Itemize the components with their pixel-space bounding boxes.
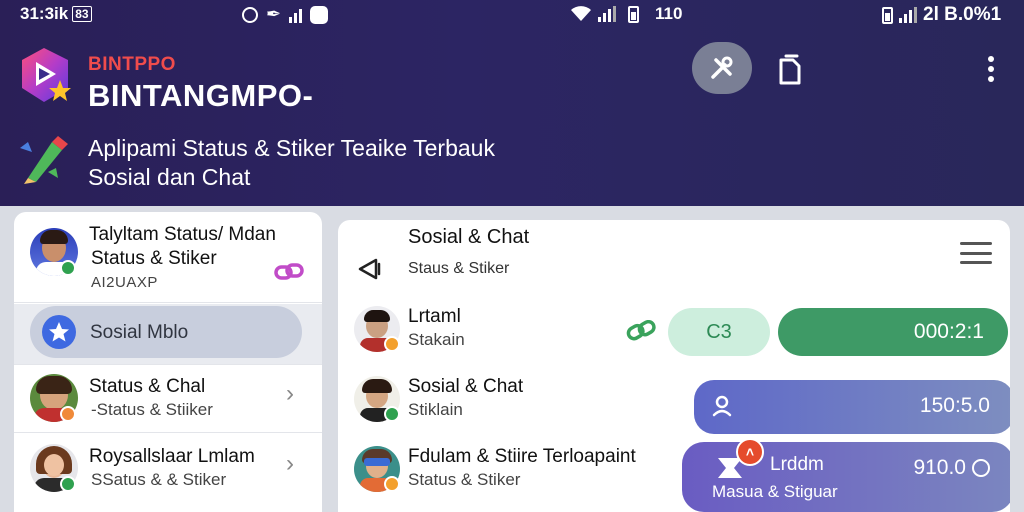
battery-saver-icon: [882, 6, 893, 24]
profile-subtitle: Status & Stiker: [91, 248, 217, 269]
chevron-right-icon: ›: [286, 450, 294, 477]
more-dot-icon: [988, 76, 994, 82]
tools-button[interactable]: [692, 42, 752, 94]
divider: [14, 432, 322, 433]
divider: [14, 302, 322, 303]
status-right-text: 2l B.0%1: [923, 4, 1002, 25]
status-badge: [384, 476, 400, 492]
sticker-card-label-top: Lrddm: [770, 454, 824, 475]
list-item-title: Roysallslaar Lmlam: [89, 446, 255, 467]
favorite-star-icon[interactable]: [42, 315, 76, 349]
brand-title: BINTANGMPO-: [88, 78, 314, 113]
more-dot-icon: [988, 56, 994, 62]
user-icon: [712, 395, 732, 417]
notification-badge-icon[interactable]: ˄: [736, 438, 764, 466]
cell-signal-2-icon: [899, 7, 917, 23]
more-options-button[interactable]: [978, 52, 1004, 86]
right-panel: Sosial & Chat Staus & Stiker Lrtaml Stak…: [338, 220, 1010, 512]
app-logo-icon: [22, 48, 71, 102]
status-badge: [384, 336, 400, 352]
sticker-card-value: 910.0: [913, 456, 990, 480]
battery-icon: [628, 5, 639, 23]
status-connectivity: 110: [570, 4, 682, 24]
chat-item[interactable]: Sosial & Chat Stiklain: [338, 376, 678, 442]
sticker-value-text: 910.0: [913, 456, 966, 479]
more-dot-icon: [988, 66, 994, 72]
signal-icon: [289, 7, 303, 23]
menu-line: [960, 251, 992, 255]
menu-line: [960, 261, 992, 264]
chat-subtitle: Stakain: [408, 330, 465, 349]
link-status-icon: ✒: [266, 4, 282, 24]
chat-title: Sosial & Chat: [408, 376, 524, 397]
brand-small-label: BINTPPO: [88, 54, 176, 75]
online-badge: [60, 476, 76, 492]
list-item[interactable]: Status & Chal -Status & Stiiker ›: [14, 372, 322, 440]
status-notification-icons: ✒: [242, 4, 329, 25]
link-icon[interactable]: [626, 320, 656, 342]
counter-pill[interactable]: C3: [668, 308, 770, 356]
app-tagline: Aplipami Status & Stiker Teaike Terbauk …: [88, 134, 495, 192]
online-badge: [384, 406, 400, 422]
tools-icon: [711, 56, 733, 79]
alarm-icon: [242, 6, 258, 23]
profile-card[interactable]: Talyltam Status/ Mdan Status & Stiker AI…: [14, 212, 322, 300]
panel-title: Sosial & Chat: [408, 226, 530, 248]
link-icon[interactable]: [274, 262, 304, 282]
profile-code: AI2UAXP: [91, 274, 158, 291]
chat-item[interactable]: Fdulam & Stiire Terloapaint Status & Sti…: [338, 446, 678, 512]
cell-signal-icon: [598, 6, 616, 22]
pencil-icon: [20, 136, 68, 184]
panel-subtitle: Staus & Stiker: [408, 260, 510, 277]
status-time-group: 31:3ik 83: [20, 4, 92, 24]
chat-subtitle: Status & Stiker: [408, 470, 521, 489]
tagline-line-2: Sosial dan Chat: [88, 164, 251, 190]
sticker-card-label-bottom: Masua & Stiguar: [712, 482, 838, 501]
status-time: 31:3ik: [20, 4, 69, 23]
stats-card[interactable]: 150:5.0: [694, 380, 1010, 434]
tagline-line-1: Aplipami Status & Stiker Teaike Terbauk: [88, 135, 495, 161]
document-icon: [779, 54, 801, 85]
left-panel: Talyltam Status/ Mdan Status & Stiker AI…: [14, 212, 322, 512]
online-badge: [60, 260, 76, 276]
chevron-right-icon: ›: [286, 380, 294, 407]
status-left-badge: 83: [72, 6, 92, 22]
chat-subtitle: Stiklain: [408, 400, 463, 419]
copy-button[interactable]: [772, 50, 808, 90]
clock-icon: [972, 459, 990, 477]
timer-pill[interactable]: 000:2:1: [778, 308, 1008, 356]
list-item-subtitle: -Status & Stiiker: [91, 400, 213, 419]
wifi-icon: [571, 6, 591, 21]
hamburger-menu-icon[interactable]: [960, 242, 992, 264]
megaphone-icon[interactable]: [356, 256, 384, 282]
chat-title: Lrtaml: [408, 306, 461, 327]
star-icon: [49, 322, 69, 342]
status-right-group: 2l B.0%1: [882, 4, 1001, 26]
media-icon: [310, 5, 329, 24]
list-item-subtitle: SSatus & & Stiker: [91, 470, 227, 489]
profile-title: Talyltam Status/ Mdan: [89, 224, 276, 245]
app-header: 31:3ik 83 ✒ 110 2l B.0%1 BINTPPO BINTANG…: [0, 0, 1024, 206]
list-item[interactable]: Roysallslaar Lmlam SSatus & & Stiker ›: [14, 442, 322, 510]
menu-line: [960, 242, 992, 245]
sticker-card[interactable]: Lrddm Masua & Stiguar 910.0: [682, 442, 1010, 512]
status-badge: [60, 406, 76, 422]
status-middle-text: 110: [655, 4, 683, 23]
stats-value: 150:5.0: [919, 394, 990, 417]
divider: [14, 364, 322, 365]
chat-title: Fdulam & Stiire Terloapaint: [408, 446, 636, 467]
search-label[interactable]: Sosial Mblo: [90, 322, 188, 344]
status-bar: 31:3ik 83 ✒ 110 2l B.0%1: [0, 0, 1024, 28]
list-item-title: Status & Chal: [89, 376, 206, 397]
